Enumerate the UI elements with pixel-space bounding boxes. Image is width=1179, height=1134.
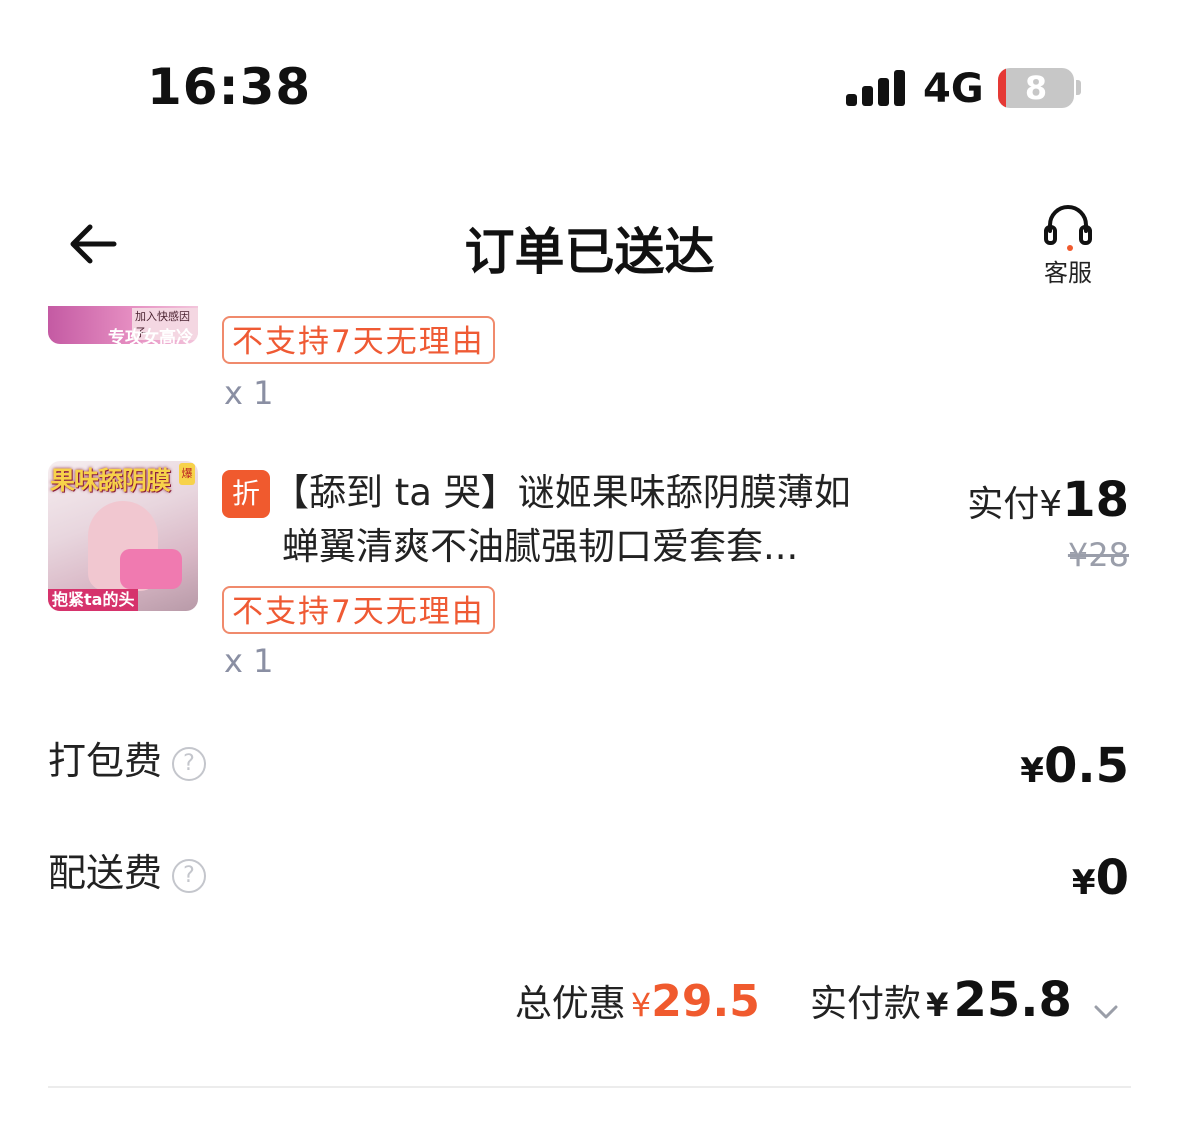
original-price: ¥28 <box>1067 536 1129 574</box>
delivery-fee-text: 配送费 <box>48 851 163 895</box>
thumb-caption: 抱紧ta的头 <box>48 589 139 611</box>
thumb-product <box>120 549 182 589</box>
total-discount-label: 总优惠 <box>514 982 626 1025</box>
discount-badge: 折 <box>222 470 270 518</box>
status-time: 16:38 <box>147 58 312 116</box>
help-icon[interactable]: ? <box>172 858 207 893</box>
battery-percent: 8 <box>1024 69 1048 107</box>
total-paid-label: 实付款 <box>810 982 922 1025</box>
packing-fee-label: 打包费? <box>48 730 207 785</box>
total-paid-value: 25.8 <box>953 972 1072 1028</box>
fee-amount: 0.5 <box>1043 738 1129 794</box>
paid-value: 18 <box>1062 472 1129 528</box>
paid-currency: ¥ <box>926 986 949 1024</box>
order-summary[interactable]: 总优惠 ¥29.5 实付款 ¥ 25.8 <box>515 972 1121 1028</box>
customer-service-label: 客服 <box>1044 259 1092 287</box>
thumb-title: 果味舔阴膜 <box>50 466 171 495</box>
item-quantity: x 1 <box>224 642 274 680</box>
product-name-line2: 蝉翼清爽不油腻强韧口爱套套... <box>282 525 799 568</box>
signal-icon <box>846 70 906 106</box>
packing-fee-value: ¥0.5 <box>1020 738 1129 794</box>
item-paid-price: 实付¥18 <box>967 472 1129 528</box>
delivery-fee-label: 配送费? <box>48 842 207 897</box>
product-name[interactable]: 【舔到 ta 哭】谜姬果味舔阴膜薄如 蝉翼清爽不油腻强韧口爱套套... <box>272 466 882 574</box>
chevron-down-icon[interactable] <box>1091 997 1121 1027</box>
battery-tip <box>1076 80 1081 95</box>
thumb-caption: 专攻女高冷 <box>108 328 193 344</box>
fee-amount: 0 <box>1095 850 1129 906</box>
paid-currency: ¥ <box>1039 484 1063 525</box>
product-thumbnail-1[interactable]: 加入快感因子 专攻女高冷 <box>48 306 198 344</box>
network-type: 4G <box>923 66 984 112</box>
item-quantity: x 1 <box>224 374 274 412</box>
divider <box>48 1086 1131 1088</box>
packing-fee-text: 打包费 <box>48 739 163 783</box>
battery-icon: 8 <box>998 68 1074 108</box>
fee-currency: ¥ <box>1020 751 1044 791</box>
return-policy-tag: 不支持7天无理由 <box>222 316 495 364</box>
thumb-badge: 爆 <box>179 463 195 485</box>
return-policy-tag: 不支持7天无理由 <box>222 586 495 634</box>
customer-service-button[interactable]: 客服 <box>1034 205 1102 288</box>
delivery-fee-value: ¥0 <box>1072 850 1129 906</box>
headset-icon <box>1044 205 1092 251</box>
page-title: 订单已送达 <box>464 223 715 281</box>
product-thumbnail-2[interactable]: 果味舔阴膜 爆 抱紧ta的头 <box>48 461 198 611</box>
paid-label: 实付 <box>967 484 1040 525</box>
discount-currency: ¥ <box>630 986 652 1024</box>
help-icon[interactable]: ? <box>172 746 207 781</box>
total-discount-value: 29.5 <box>651 976 760 1027</box>
fee-currency: ¥ <box>1071 863 1096 903</box>
product-name-line1: 【舔到 ta 哭】谜姬果味舔阴膜薄如 <box>272 471 851 514</box>
